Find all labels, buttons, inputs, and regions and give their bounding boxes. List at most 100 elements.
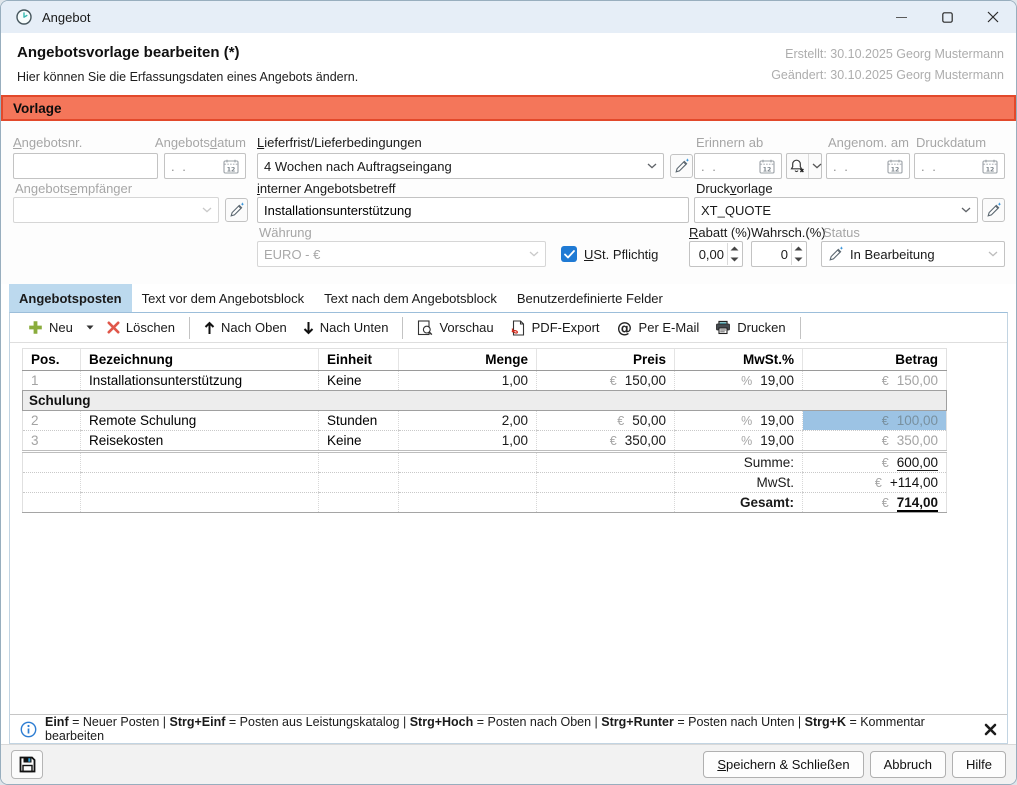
spinner-up-icon[interactable] [728, 243, 741, 254]
druckdatum-placeholder: . . [921, 159, 938, 174]
loeschen-button[interactable]: Löschen [99, 313, 183, 342]
cell-preis[interactable]: €50,00 [537, 411, 675, 431]
cell-betrag[interactable]: €150,00 [803, 371, 947, 391]
cell-mwst[interactable]: %19,00 [675, 411, 803, 431]
cell-menge[interactable]: 2,00 [399, 411, 537, 431]
clock-icon [15, 8, 33, 26]
totals-value: €600,00 [803, 452, 947, 473]
neu-button[interactable]: Neu [20, 313, 81, 342]
chevron-down-icon[interactable] [647, 163, 657, 169]
cell-betrag[interactable]: €100,00 [803, 411, 947, 431]
erinnern-ab-input[interactable]: . . 12 [694, 153, 782, 179]
cell-preis[interactable]: €350,00 [537, 431, 675, 452]
angebotsdatum-label: Angebotsdatum [154, 135, 246, 151]
chevron-down-icon[interactable] [961, 207, 971, 213]
close-button[interactable] [970, 1, 1016, 33]
rabatt-spinner[interactable]: 0,00 [689, 241, 743, 267]
calendar-icon[interactable]: 12 [887, 159, 903, 174]
dismiss-icon[interactable] [984, 723, 997, 736]
tab-text-vor-angebotsblock[interactable]: Text vor dem Angebotsblock [132, 284, 315, 312]
tab-benutzerdefinierte-felder[interactable]: Benutzerdefinierte Felder [507, 284, 673, 312]
cell-bezeichnung[interactable]: Reisekosten [81, 431, 319, 452]
totals-empty-cell [537, 452, 675, 473]
minimize-button[interactable] [878, 1, 924, 33]
empfaenger-edit-button[interactable] [225, 198, 248, 222]
angenommen-am-input[interactable]: . . 12 [826, 153, 910, 179]
druckvorlage-combobox[interactable]: XT_QUOTE [694, 197, 978, 223]
items-toolbar: Neu Löschen Nach Oben Nach Unten Vorscha… [10, 313, 1007, 343]
cell-bezeichnung[interactable]: Remote Schulung [81, 411, 319, 431]
wahrsch-label: Wahrsch.(%) [751, 225, 826, 241]
table-row[interactable]: 1InstallationsunterstützungKeine1,00€150… [23, 371, 947, 391]
abort-button[interactable]: Abbruch [870, 751, 946, 778]
maximize-button[interactable] [924, 1, 970, 33]
empfaenger-combobox[interactable] [13, 197, 219, 223]
table-group-row[interactable]: Schulung [23, 391, 947, 411]
cell-bezeichnung[interactable]: Installationsunterstützung [81, 371, 319, 391]
chevron-down-icon[interactable] [808, 154, 825, 178]
wahrsch-spinner[interactable]: 0 [751, 241, 807, 267]
cell-einheit[interactable]: Keine [319, 371, 399, 391]
cell-pos[interactable]: 2 [23, 411, 81, 431]
maximize-icon [942, 12, 953, 23]
druckvorlage-value: XT_QUOTE [701, 203, 771, 218]
angebotsnr-input[interactable] [13, 153, 158, 179]
cell-preis[interactable]: €150,00 [537, 371, 675, 391]
chevron-down-icon[interactable] [988, 251, 998, 257]
betreff-input[interactable] [257, 197, 689, 223]
spinner-down-icon[interactable] [792, 254, 805, 265]
cell-pos[interactable]: 1 [23, 371, 81, 391]
table-row[interactable]: 2Remote SchulungStunden2,00€50,00%19,00€… [23, 411, 947, 431]
erinnern-ab-placeholder: . . [701, 159, 718, 174]
calendar-icon[interactable]: 12 [759, 159, 775, 174]
pdf-export-button[interactable]: PDF-Export [502, 313, 608, 342]
cell-betrag[interactable]: €350,00 [803, 431, 947, 452]
waehrung-combobox[interactable]: EURO - € [257, 241, 546, 267]
tab-text-nach-angebotsblock[interactable]: Text nach dem Angebotsblock [314, 284, 507, 312]
nach-oben-button[interactable]: Nach Oben [196, 313, 295, 342]
status-combobox[interactable]: In Bearbeitung [821, 241, 1005, 267]
cell-einheit[interactable]: Keine [319, 431, 399, 452]
cell-menge[interactable]: 1,00 [399, 431, 537, 452]
cell-mwst[interactable]: %19,00 [675, 371, 803, 391]
ust-pflichtig-checkbox[interactable] [561, 246, 577, 262]
druckvorlage-edit-button[interactable] [982, 198, 1005, 222]
cell-pos[interactable]: 3 [23, 431, 81, 452]
tab-angebotsposten[interactable]: Angebotsposten [9, 284, 132, 312]
angebotsdatum-input[interactable]: . . 12 [164, 153, 246, 179]
cell-menge[interactable]: 1,00 [399, 371, 537, 391]
save-close-button[interactable]: Speichern & Schließen [703, 751, 863, 778]
toolbar-separator [800, 317, 801, 339]
chevron-down-icon[interactable] [529, 251, 539, 257]
drucken-button[interactable]: Drucken [707, 313, 793, 342]
per-email-button[interactable]: @ Per E-Mail [608, 313, 708, 342]
toolbar-separator [189, 317, 190, 339]
reminder-bell-button[interactable] [786, 153, 822, 179]
spinner-up-icon[interactable] [792, 243, 805, 254]
table-row[interactable]: 3ReisekostenKeine1,00€350,00%19,00€350,0… [23, 431, 947, 452]
druckdatum-input[interactable]: . . 12 [914, 153, 1005, 179]
pdf-icon [510, 320, 526, 336]
chevron-down-icon[interactable] [202, 207, 212, 213]
calendar-icon[interactable]: 12 [982, 159, 998, 174]
dialog-footer: Speichern & Schließen Abbruch Hilfe [1, 744, 1016, 784]
betreff-label: interner Angebotsbetreff [257, 181, 396, 197]
angenommen-am-placeholder: . . [833, 159, 850, 174]
cell-mwst[interactable]: %19,00 [675, 431, 803, 452]
totals-empty-cell [23, 473, 81, 493]
lieferfrist-edit-button[interactable] [670, 154, 693, 178]
vorschau-button[interactable]: Vorschau [409, 313, 501, 342]
spinner-down-icon[interactable] [728, 254, 741, 265]
save-icon-button[interactable] [11, 750, 43, 779]
column-header: Pos. [23, 349, 81, 371]
group-label[interactable]: Schulung [23, 391, 947, 411]
nach-unten-button[interactable]: Nach Unten [295, 313, 397, 342]
calendar-icon[interactable]: 12 [223, 159, 239, 174]
at-icon: @ [616, 320, 633, 336]
per-email-label: Per E-Mail [639, 320, 700, 335]
help-button[interactable]: Hilfe [952, 751, 1006, 778]
cell-einheit[interactable]: Stunden [319, 411, 399, 431]
title-bar: Angebot [1, 1, 1016, 33]
lieferfrist-combobox[interactable]: 4 Wochen nach Auftragseingang [257, 153, 664, 179]
neu-dropdown-caret-icon[interactable] [81, 325, 99, 330]
